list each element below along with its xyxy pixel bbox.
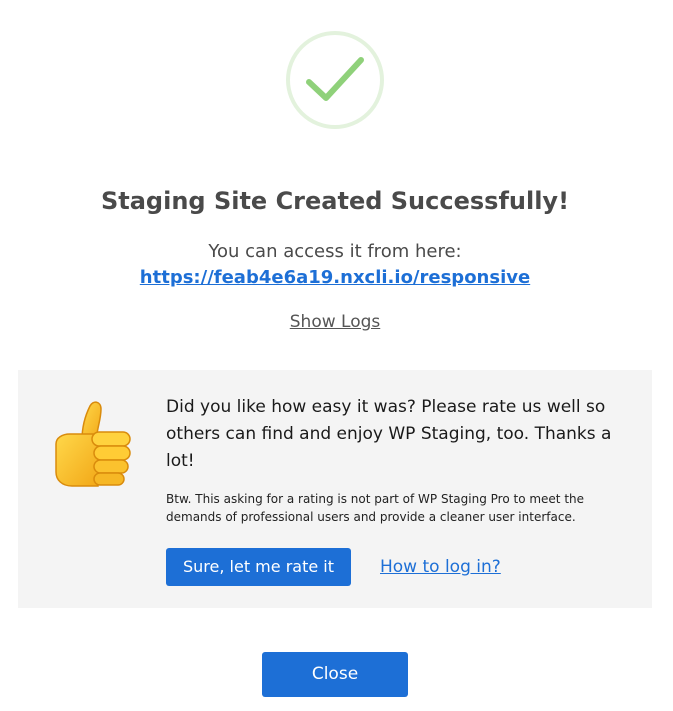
checkmark-circle-icon: [285, 30, 385, 130]
thumbs-up-icon: [52, 400, 134, 492]
close-button[interactable]: Close: [262, 652, 408, 697]
staging-site-link[interactable]: https://feab4e6a19.nxcli.io/responsive: [0, 266, 670, 290]
rating-message: Did you like how easy it was? Please rat…: [166, 397, 612, 471]
access-text: You can access it from here:: [208, 241, 462, 262]
modal-title: Staging Site Created Successfully!: [100, 187, 570, 215]
rating-panel: Did you like how easy it was? Please rat…: [18, 370, 652, 608]
show-logs-link[interactable]: Show Logs: [0, 311, 670, 333]
rate-button[interactable]: Sure, let me rate it: [166, 548, 351, 586]
rating-note: Btw. This asking for a rating is not par…: [166, 492, 585, 524]
success-modal: Staging Site Created Successfully! You c…: [0, 0, 673, 711]
how-to-login-link[interactable]: How to log in?: [380, 556, 501, 578]
